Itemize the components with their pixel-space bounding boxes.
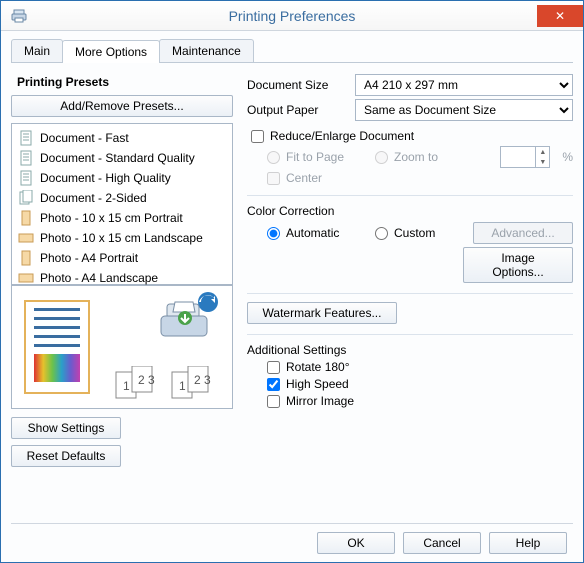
- preset-label: Document - Standard Quality: [40, 151, 195, 165]
- zoom-spin[interactable]: ▲▼: [500, 146, 550, 168]
- panel-body: Printing Presets Add/Remove Presets... D…: [11, 71, 573, 467]
- image-options-button[interactable]: Image Options...: [463, 247, 573, 283]
- presets-list[interactable]: Document - Fast Document - Standard Qual…: [11, 123, 233, 285]
- output-paper-label: Output Paper: [247, 103, 347, 117]
- svg-text:2 3: 2 3: [194, 373, 211, 387]
- printer-large-icon: [157, 300, 212, 348]
- document-size-select[interactable]: A4 210 x 297 mm: [355, 74, 573, 96]
- tab-maintenance[interactable]: Maintenance: [159, 39, 254, 62]
- color-correction-title: Color Correction: [247, 204, 573, 218]
- svg-text:2 3: 2 3: [138, 373, 155, 387]
- reset-defaults-button[interactable]: Reset Defaults: [11, 445, 121, 467]
- preset-item[interactable]: Document - High Quality: [18, 168, 226, 188]
- help-button[interactable]: Help: [489, 532, 567, 554]
- preset-item[interactable]: Photo - 10 x 15 cm Portrait: [18, 208, 226, 228]
- window-title: Printing Preferences: [1, 8, 583, 24]
- tab-main[interactable]: Main: [11, 39, 63, 62]
- center-label: Center: [286, 171, 322, 185]
- additional-settings-title: Additional Settings: [247, 343, 573, 357]
- preset-item[interactable]: Photo - 10 x 15 cm Landscape: [18, 228, 226, 248]
- spin-up-icon[interactable]: ▲: [535, 147, 549, 157]
- preview-box: 1 2 3 1 2 3: [11, 285, 233, 409]
- reduce-enlarge-checkbox[interactable]: [251, 130, 264, 143]
- svg-text:1: 1: [123, 379, 130, 393]
- preset-label: Document - High Quality: [40, 171, 171, 185]
- fit-to-page-radio[interactable]: [267, 151, 280, 164]
- show-settings-button[interactable]: Show Settings: [11, 417, 121, 439]
- custom-radio[interactable]: [375, 227, 388, 240]
- close-button[interactable]: ✕: [537, 5, 583, 27]
- photo-portrait-icon: [18, 250, 34, 266]
- footer: OK Cancel Help: [11, 523, 573, 556]
- close-icon: ✕: [555, 9, 565, 23]
- high-speed-label: High Speed: [286, 377, 349, 391]
- preset-item[interactable]: Document - 2-Sided: [18, 188, 226, 208]
- cancel-button[interactable]: Cancel: [403, 532, 481, 554]
- reduce-enlarge-label: Reduce/Enlarge Document: [270, 129, 414, 143]
- rotate-checkbox[interactable]: [267, 361, 280, 374]
- tab-more-options[interactable]: More Options: [62, 40, 160, 63]
- preset-label: Document - 2-Sided: [40, 191, 147, 205]
- svg-text:1: 1: [179, 379, 186, 393]
- left-column: Printing Presets Add/Remove Presets... D…: [11, 71, 233, 467]
- window: Printing Preferences ✕ Main More Options…: [0, 0, 584, 563]
- document-2sided-icon: [18, 190, 34, 206]
- preview-page-icon: [24, 300, 90, 394]
- spin-down-icon[interactable]: ▼: [535, 157, 549, 167]
- printer-icon: [11, 8, 27, 24]
- photo-landscape-icon: [18, 270, 34, 286]
- custom-label: Custom: [394, 226, 435, 240]
- watermark-button[interactable]: Watermark Features...: [247, 302, 397, 324]
- preset-label: Photo - 10 x 15 cm Landscape: [40, 231, 203, 245]
- document-icon: [18, 130, 34, 146]
- zoom-to-radio[interactable]: [375, 151, 388, 164]
- mirror-checkbox[interactable]: [267, 395, 280, 408]
- presets-title: Printing Presets: [17, 75, 233, 89]
- percent-label: %: [562, 150, 573, 164]
- photo-portrait-icon: [18, 210, 34, 226]
- copies-icon: 1 2 3: [170, 366, 216, 400]
- rotate-label: Rotate 180°: [286, 360, 350, 374]
- left-buttons: Show Settings Reset Defaults: [11, 417, 121, 467]
- preset-item[interactable]: Document - Fast: [18, 128, 226, 148]
- titlebar: Printing Preferences ✕: [1, 1, 583, 31]
- add-remove-presets-button[interactable]: Add/Remove Presets...: [11, 95, 233, 117]
- preset-label: Photo - 10 x 15 cm Portrait: [40, 211, 183, 225]
- document-size-label: Document Size: [247, 78, 347, 92]
- preset-label: Photo - A4 Portrait: [40, 251, 138, 265]
- advanced-button[interactable]: Advanced...: [473, 222, 573, 244]
- preset-label: Photo - A4 Landscape: [40, 271, 158, 285]
- automatic-label: Automatic: [286, 226, 339, 240]
- photo-landscape-icon: [18, 230, 34, 246]
- mirror-label: Mirror Image: [286, 394, 354, 408]
- copies-icon: 1 2 3: [114, 366, 160, 400]
- preset-label: Document - Fast: [40, 131, 129, 145]
- right-column: Document Size A4 210 x 297 mm Output Pap…: [247, 71, 573, 467]
- automatic-radio[interactable]: [267, 227, 280, 240]
- high-speed-checkbox[interactable]: [267, 378, 280, 391]
- output-paper-select[interactable]: Same as Document Size: [355, 99, 573, 121]
- ok-button[interactable]: OK: [317, 532, 395, 554]
- client-area: Main More Options Maintenance Printing P…: [1, 31, 583, 562]
- document-icon: [18, 150, 34, 166]
- zoom-to-label: Zoom to: [394, 150, 438, 164]
- tab-bar: Main More Options Maintenance: [11, 39, 573, 63]
- document-icon: [18, 170, 34, 186]
- preset-item[interactable]: Photo - A4 Portrait: [18, 248, 226, 268]
- preset-item[interactable]: Document - Standard Quality: [18, 148, 226, 168]
- fit-to-page-label: Fit to Page: [286, 150, 344, 164]
- center-checkbox[interactable]: [267, 172, 280, 185]
